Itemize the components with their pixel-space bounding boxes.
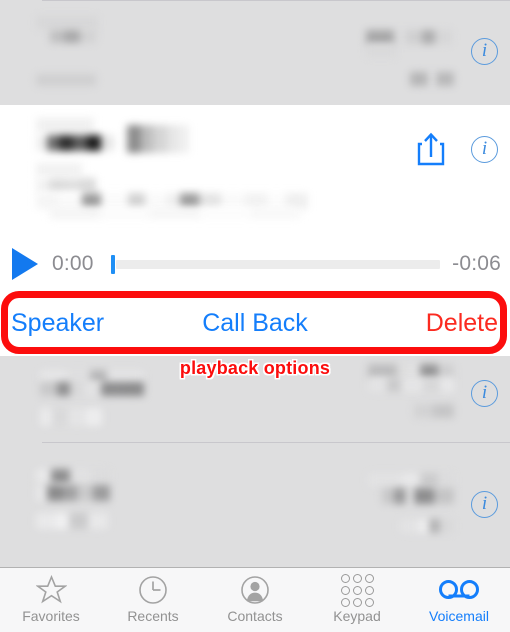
voicemail-row-4[interactable]: i xyxy=(0,443,510,568)
redacted-name-1b xyxy=(50,30,96,43)
redacted-transcript-1 xyxy=(36,163,82,176)
redacted-transcript-4 xyxy=(50,207,300,219)
redacted-name-2b xyxy=(127,125,189,153)
tab-contacts[interactable]: Contacts xyxy=(204,568,306,632)
redacted-date-3 xyxy=(368,364,454,378)
scrubber-knob[interactable] xyxy=(110,254,115,274)
scrubber-track[interactable] xyxy=(115,259,441,269)
playback-bar: 0:00 -0:06 xyxy=(0,238,510,290)
redacted-date-4b xyxy=(382,488,454,504)
redacted-name-2 xyxy=(36,135,114,151)
info-icon[interactable]: i xyxy=(471,491,498,518)
redacted-name-3 xyxy=(40,382,144,396)
remaining-time: -0:06 xyxy=(452,252,501,275)
tab-voicemail[interactable]: Voicemail xyxy=(408,568,510,632)
redacted-sub-1 xyxy=(36,74,96,86)
redacted-meta-1 xyxy=(410,72,454,86)
voicemail-row-1[interactable]: i xyxy=(0,0,510,105)
speaker-button[interactable]: Speaker xyxy=(11,309,104,338)
person-icon xyxy=(240,574,270,606)
redacted-name-4a xyxy=(36,469,110,483)
tab-recents[interactable]: Recents xyxy=(102,568,204,632)
play-icon[interactable] xyxy=(12,248,38,280)
redacted-date-1b xyxy=(366,45,396,57)
voicemail-row-3[interactable]: i xyxy=(0,356,510,443)
info-icon[interactable]: i xyxy=(471,38,498,65)
scrubber[interactable] xyxy=(108,254,441,274)
star-icon xyxy=(35,574,67,606)
tab-keypad[interactable]: Keypad xyxy=(306,568,408,632)
current-time: 0:00 xyxy=(52,252,94,275)
info-icon[interactable]: i xyxy=(471,380,498,407)
row-separator xyxy=(42,0,510,1)
redacted-sub-3 xyxy=(40,408,102,426)
redacted-meta-3 xyxy=(414,404,454,418)
redacted-date-3b xyxy=(368,378,454,392)
clock-icon xyxy=(138,574,168,606)
redacted-date-1 xyxy=(366,30,452,44)
tab-label: Voicemail xyxy=(429,608,489,624)
playback-options-bar: Speaker Call Back Delete xyxy=(0,290,510,356)
redacted-meta-4 xyxy=(400,519,454,533)
redacted-name-1 xyxy=(36,16,98,29)
voicemail-icon xyxy=(438,574,480,606)
tab-favorites[interactable]: Favorites xyxy=(0,568,102,632)
tab-label: Favorites xyxy=(22,608,80,624)
redacted-date-4 xyxy=(368,473,454,487)
share-icon[interactable] xyxy=(416,131,446,167)
call-back-button[interactable]: Call Back xyxy=(202,309,308,338)
redacted-sub-4 xyxy=(36,513,108,529)
info-icon[interactable]: i xyxy=(471,136,498,163)
redacted-name-4 xyxy=(36,485,110,501)
redacted-name-2a xyxy=(36,118,94,132)
tab-bar: Favorites Recents Contacts Keypad Voicem… xyxy=(0,567,510,632)
redacted-transcript-2 xyxy=(36,178,96,192)
tab-label: Contacts xyxy=(227,608,283,624)
keypad-icon xyxy=(340,573,374,607)
tab-label: Recents xyxy=(127,608,179,624)
voicemail-row-selected[interactable]: i xyxy=(0,105,510,238)
tab-label: Keypad xyxy=(333,608,381,624)
delete-button[interactable]: Delete xyxy=(426,309,498,338)
